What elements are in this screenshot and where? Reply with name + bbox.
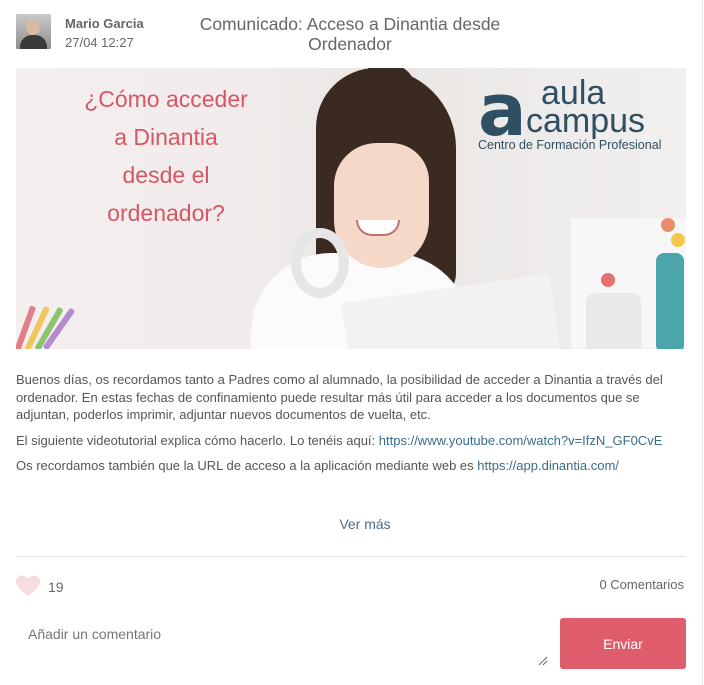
banner-headline-line: ¿Cómo acceder: [84, 86, 248, 112]
avatar-head: [26, 19, 40, 35]
post-body: Buenos días, os recordamos tanto a Padre…: [16, 371, 692, 483]
avatar-body: [20, 35, 47, 49]
banner-headline: ¿Cómo acceder a Dinantia desde el ordena…: [66, 80, 266, 232]
pencils-illustration: [16, 303, 76, 349]
post-card: Mario Garcia 27/04 12:27 Comunicado: Acc…: [0, 0, 703, 685]
heart-icon[interactable]: [15, 574, 41, 598]
comments-count[interactable]: 0 Comentarios: [599, 577, 684, 592]
vase-illustration: [656, 253, 684, 349]
avatar: [16, 14, 51, 49]
paragraph-text: El siguiente videotutorial explica cómo …: [16, 432, 379, 448]
dinantia-link[interactable]: https://app.dinantia.com/: [477, 458, 619, 473]
logo-subtitle: Centro de Formación Profesional: [478, 138, 662, 152]
banner-headline-line: ordenador?: [107, 200, 225, 226]
flower-illustration: [671, 233, 685, 247]
post-paragraph: Os recordamos también que la URL de acce…: [16, 457, 692, 475]
headphones-illustration: [291, 228, 349, 298]
girl-face: [334, 143, 429, 268]
comment-input[interactable]: [16, 612, 550, 668]
send-button[interactable]: Enviar: [560, 618, 686, 669]
divider: [16, 556, 686, 557]
vase-illustration: [586, 293, 641, 349]
paragraph-text: Os recordamos también que la URL de acce…: [16, 458, 478, 473]
banner-image: ¿Cómo acceder a Dinantia desde el ordena…: [16, 68, 686, 349]
post-paragraph: Buenos días, os recordamos tanto a Padre…: [16, 372, 663, 422]
flower-illustration: [661, 218, 675, 232]
youtube-link[interactable]: https://www.youtube.com/watch?v=IfzN_GF0…: [379, 433, 663, 448]
flower-illustration: [601, 273, 615, 287]
banner-headline-line: a Dinantia: [114, 124, 218, 150]
logo-word-bottom: campus: [526, 102, 646, 140]
resize-handle-icon[interactable]: [538, 656, 548, 666]
like-count: 19: [48, 579, 64, 595]
see-more-link[interactable]: Ver más: [300, 516, 430, 532]
banner-headline-line: desde el: [122, 162, 210, 188]
author-name: Mario Garcia: [65, 16, 144, 31]
post-date: 27/04 12:27: [65, 35, 134, 50]
post-title: Comunicado: Acceso a Dinantia desde Orde…: [199, 14, 501, 54]
post-paragraph: El siguiente videotutorial explica cómo …: [16, 432, 692, 450]
